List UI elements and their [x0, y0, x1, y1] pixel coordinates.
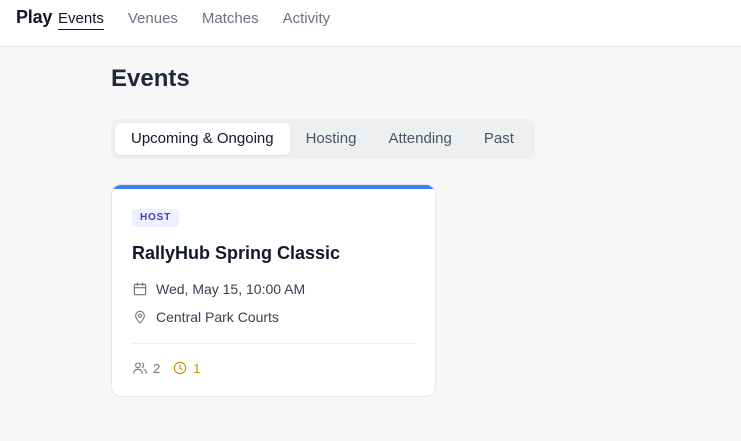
- event-date-row: Wed, May 15, 10:00 AM: [132, 281, 305, 297]
- participants-stat: 2: [132, 360, 160, 376]
- pending-count: 1: [193, 360, 201, 376]
- nav-item-matches[interactable]: Matches: [202, 10, 259, 30]
- nav-item-events[interactable]: Events: [58, 10, 104, 30]
- nav-item-activity[interactable]: Activity: [283, 10, 331, 30]
- tab-attending[interactable]: Attending: [372, 123, 467, 155]
- nav-item-venues[interactable]: Venues: [128, 10, 178, 30]
- pending-stat: 1: [172, 360, 200, 376]
- event-title[interactable]: RallyHub Spring Classic: [132, 243, 340, 264]
- clock-icon: [173, 361, 187, 375]
- page-title: Events: [111, 65, 190, 92]
- event-location: Central Park Courts: [156, 309, 279, 325]
- tab-upcoming-ongoing[interactable]: Upcoming & Ongoing: [115, 123, 290, 155]
- map-pin-icon: [135, 310, 145, 324]
- card-accent-bar: [112, 185, 435, 189]
- users-icon: [133, 362, 147, 374]
- card-divider: [132, 343, 416, 344]
- event-card[interactable]: HOST RallyHub Spring Classic Wed, May 15…: [111, 184, 436, 397]
- event-stats: 2 1: [132, 360, 212, 376]
- top-navigation-bar: Play Events Venues Matches Activity: [0, 0, 741, 47]
- calendar-icon: [133, 282, 147, 296]
- main-nav: Events Venues Matches Activity: [58, 10, 354, 30]
- event-location-row: Central Park Courts: [132, 309, 279, 325]
- events-filter-tabs: Upcoming & Ongoing Hosting Attending Pas…: [111, 119, 535, 159]
- participants-count: 2: [153, 360, 161, 376]
- role-badge: HOST: [132, 209, 179, 227]
- tab-past[interactable]: Past: [468, 123, 530, 155]
- event-datetime: Wed, May 15, 10:00 AM: [156, 281, 306, 297]
- brand-logo-text[interactable]: Play: [16, 7, 52, 28]
- tab-hosting[interactable]: Hosting: [290, 123, 373, 155]
